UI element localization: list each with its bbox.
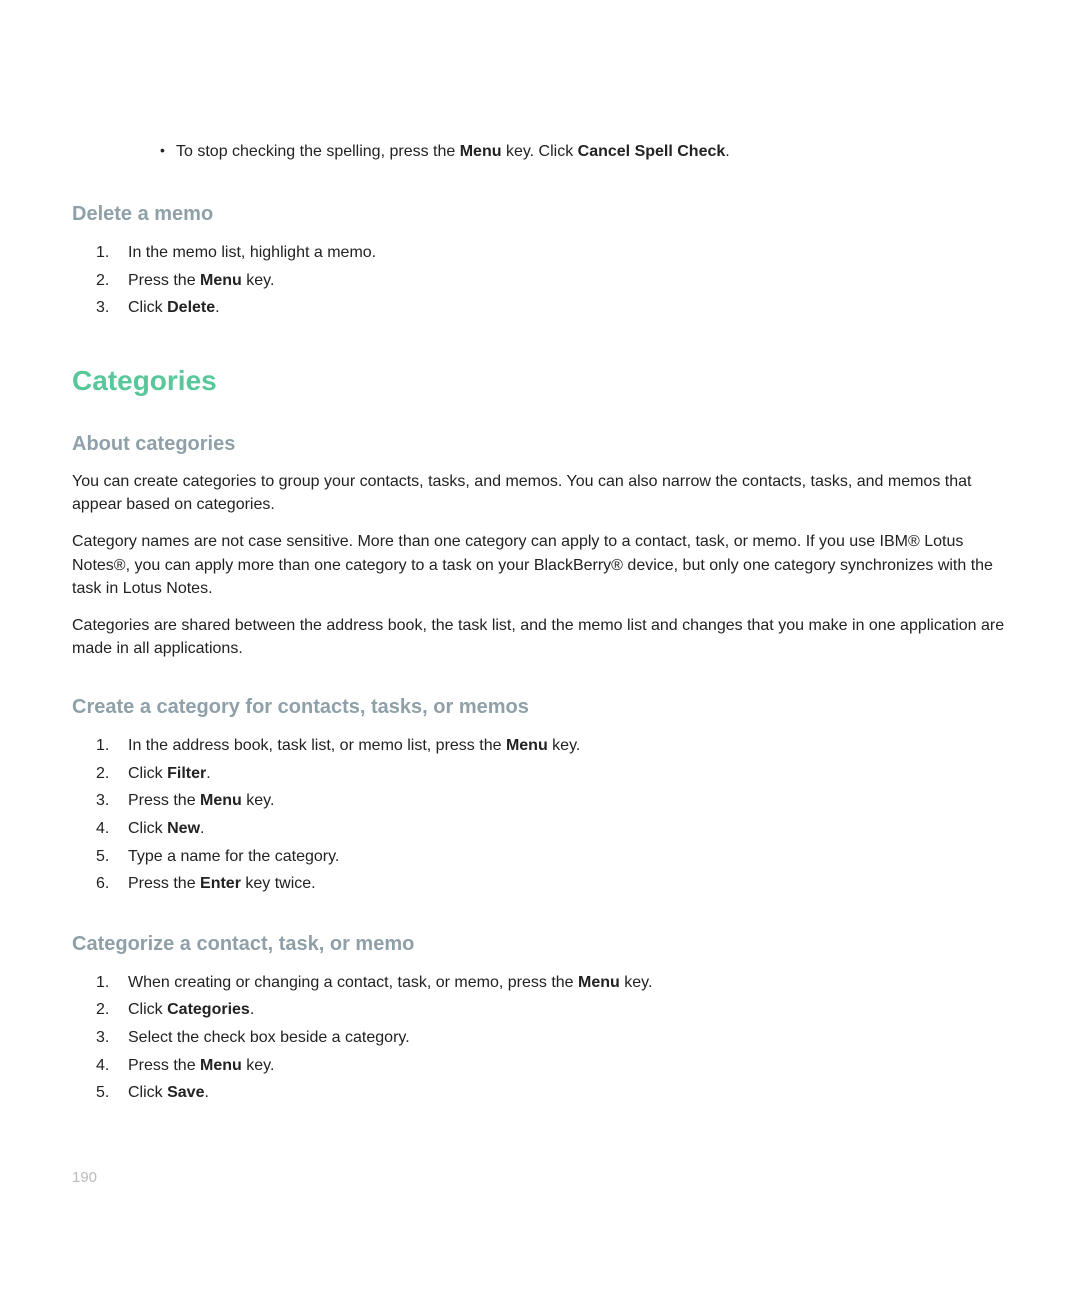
bold: Cancel Spell Check xyxy=(578,143,726,160)
bold: Save xyxy=(167,1084,204,1101)
text: When creating or changing a contact, tas… xyxy=(128,974,578,991)
text: . xyxy=(206,765,210,782)
text: Click xyxy=(128,765,167,782)
text: Press the xyxy=(128,272,200,289)
heading-delete-memo: Delete a memo xyxy=(72,203,1008,226)
bold: Delete xyxy=(167,299,215,316)
bold: Menu xyxy=(578,974,620,991)
list-item: Click Save. xyxy=(118,1080,1008,1106)
heading-about-categories: About categories xyxy=(72,433,1008,456)
list-item: In the address book, task list, or memo … xyxy=(118,733,1008,759)
list-item: Type a name for the category. xyxy=(118,844,1008,870)
bold: Menu xyxy=(200,272,242,289)
heading-categorize: Categorize a contact, task, or memo xyxy=(72,933,1008,956)
list-item: Press the Enter key twice. xyxy=(118,871,1008,897)
text: Press the xyxy=(128,792,200,809)
bold: Menu xyxy=(200,792,242,809)
list-item: Press the Menu key. xyxy=(118,788,1008,814)
page-number: 190 xyxy=(72,1169,97,1186)
bold: Menu xyxy=(200,1057,242,1074)
steps-categorize: When creating or changing a contact, tas… xyxy=(72,970,1008,1106)
steps-delete-memo: In the memo list, highlight a memo. Pres… xyxy=(72,240,1008,321)
list-item: In the memo list, highlight a memo. xyxy=(118,240,1008,266)
steps-create-category: In the address book, task list, or memo … xyxy=(72,733,1008,897)
text: . xyxy=(250,1001,254,1018)
heading-categories: Categories xyxy=(72,365,1008,397)
list-item: When creating or changing a contact, tas… xyxy=(118,970,1008,996)
paragraph: Categories are shared between the addres… xyxy=(72,614,1008,660)
text: In the memo list, highlight a memo. xyxy=(128,244,376,261)
list-item: Press the Menu key. xyxy=(118,268,1008,294)
list-item: Click Delete. xyxy=(118,295,1008,321)
text: key. xyxy=(242,1057,275,1074)
text: key. Click xyxy=(502,143,578,160)
text: . xyxy=(725,143,729,160)
text: . xyxy=(215,299,219,316)
text: Press the xyxy=(128,1057,200,1074)
list-item: Click Filter. xyxy=(118,761,1008,787)
bold: Menu xyxy=(460,143,502,160)
heading-create-category: Create a category for contacts, tasks, o… xyxy=(72,696,1008,719)
text: Type a name for the category. xyxy=(128,848,339,865)
text: key. xyxy=(548,737,581,754)
text: Click xyxy=(128,299,167,316)
text: key. xyxy=(620,974,653,991)
text: To stop checking the spelling, press the xyxy=(176,143,460,160)
bullet-stop-spellcheck: To stop checking the spelling, press the… xyxy=(160,140,1008,163)
bold: Categories xyxy=(167,1001,250,1018)
text: Click xyxy=(128,1084,167,1101)
text: Select the check box beside a category. xyxy=(128,1029,410,1046)
bold: Enter xyxy=(200,875,241,892)
list-item: Press the Menu key. xyxy=(118,1053,1008,1079)
paragraph: You can create categories to group your … xyxy=(72,470,1008,516)
list-item: Click New. xyxy=(118,816,1008,842)
bold: Menu xyxy=(506,737,548,754)
bold: New xyxy=(167,820,200,837)
bold: Filter xyxy=(167,765,206,782)
text: key. xyxy=(242,272,275,289)
list-item: Click Categories. xyxy=(118,997,1008,1023)
text: Click xyxy=(128,820,167,837)
list-item: Select the check box beside a category. xyxy=(118,1025,1008,1051)
paragraph: Category names are not case sensitive. M… xyxy=(72,530,1008,600)
text: key. xyxy=(242,792,275,809)
text: . xyxy=(200,820,204,837)
text: In the address book, task list, or memo … xyxy=(128,737,506,754)
text: Click xyxy=(128,1001,167,1018)
text: key twice. xyxy=(241,875,316,892)
text: Press the xyxy=(128,875,200,892)
text: . xyxy=(204,1084,208,1101)
